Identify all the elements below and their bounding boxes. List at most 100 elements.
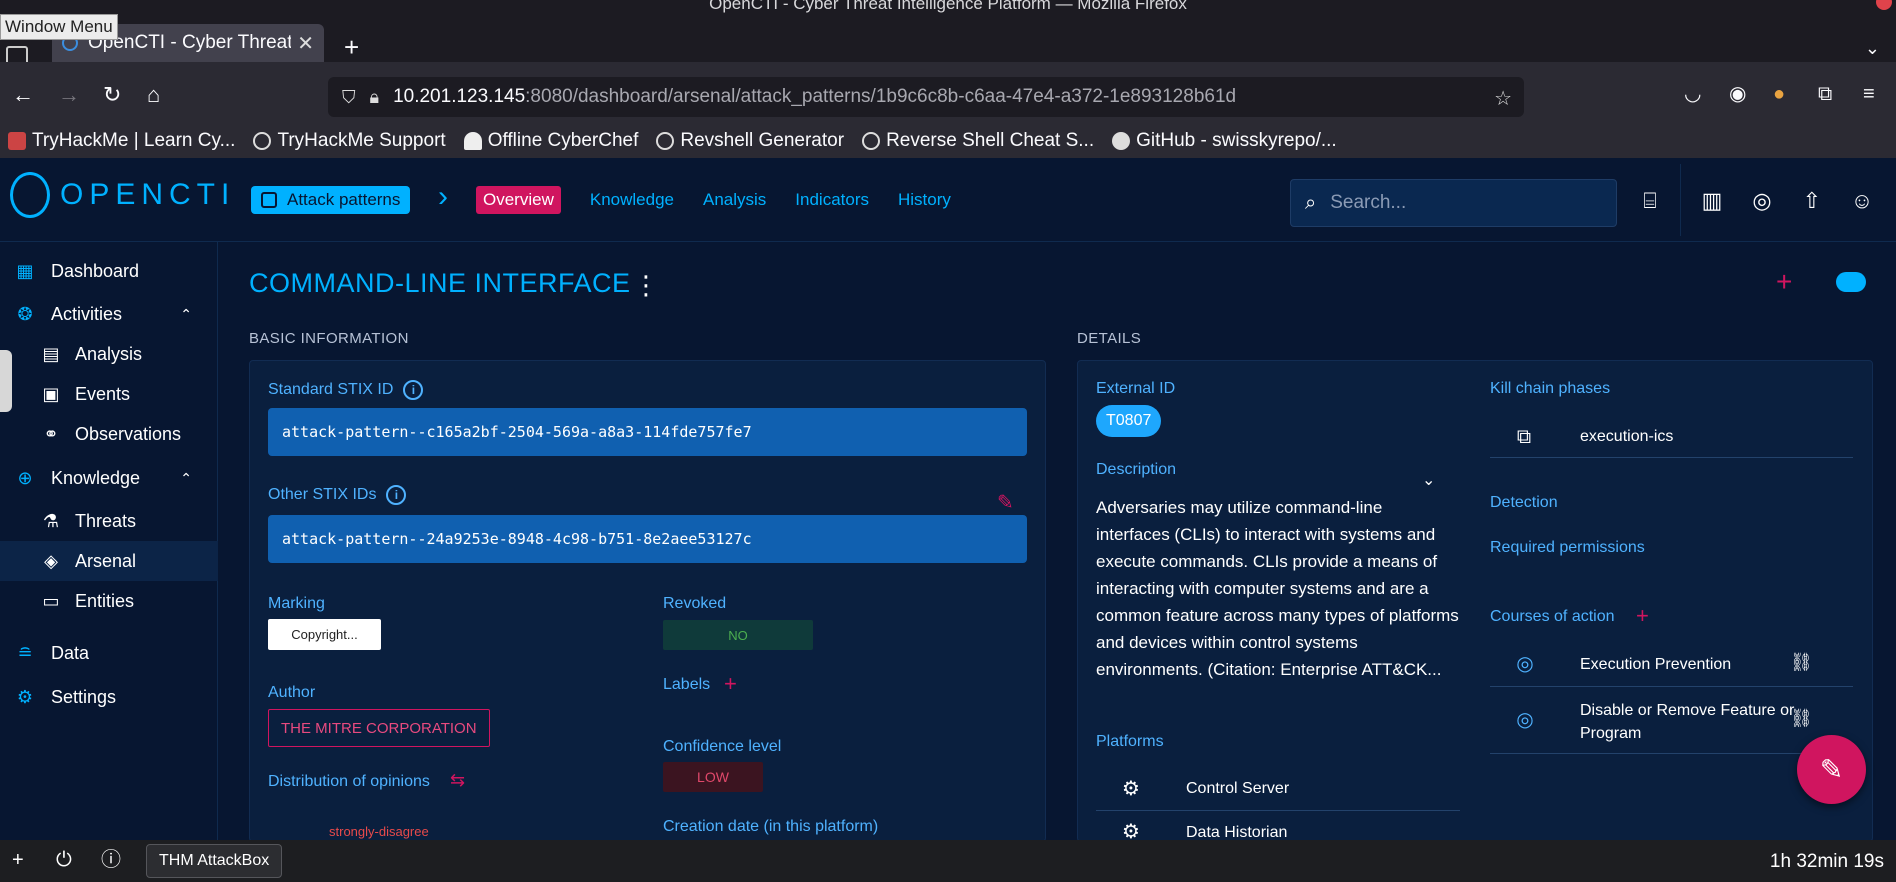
bulk-search-icon[interactable]: ⌸ <box>1637 188 1663 214</box>
confidence-label: Confidence level <box>663 738 782 755</box>
platform-item: Control Server <box>1186 780 1290 797</box>
unlink-icon[interactable]: ⛓ <box>1790 708 1813 729</box>
page-title: COMMAND-LINE INTERFACE <box>249 268 631 298</box>
extensions-icon[interactable]: ⧉ <box>1818 84 1832 104</box>
description-text: Adversaries may utilize command-line int… <box>1096 498 1459 679</box>
course-of-action-item[interactable]: Disable or Remove Feature or Program <box>1580 699 1800 745</box>
marking-chip[interactable]: Copyright... <box>268 619 381 650</box>
sidebar-item-data[interactable]: ≘ Data <box>0 633 218 673</box>
sidebar-item-dashboard[interactable]: ▦ Dashboard <box>0 251 218 291</box>
divider <box>1490 457 1853 458</box>
sidebar-item-settings[interactable]: ⚙ Settings <box>0 677 218 717</box>
other-stix-label: Other STIX IDs i <box>268 485 407 505</box>
chevron-up-icon: ⌃ <box>180 305 192 322</box>
shield-icon[interactable]: ⛉ <box>342 87 356 108</box>
investigations-compass-icon[interactable]: ◎ <box>1749 188 1775 214</box>
new-tab-button[interactable]: + <box>344 34 359 60</box>
sidebar-item-activities[interactable]: ❂ Activities ⌃ <box>0 294 218 334</box>
course-of-action-icon: ◎ <box>1516 709 1534 731</box>
forward-icon[interactable]: → <box>58 84 80 106</box>
info-icon[interactable]: i <box>386 485 407 505</box>
attackbox-button[interactable]: THM AttackBox <box>146 844 283 878</box>
dashboards-icon[interactable]: ▥ <box>1699 188 1725 214</box>
divider <box>1096 810 1460 811</box>
marking-label: Marking <box>268 595 325 612</box>
edit-fab-button[interactable]: ✎ <box>1797 735 1866 804</box>
tryhackme-icon <box>8 132 26 150</box>
upload-icon[interactable]: ⇧ <box>1799 188 1825 214</box>
add-icon[interactable]: + <box>12 850 24 870</box>
more-options-icon[interactable]: ⋮ <box>633 272 659 298</box>
browser-navbar: ← → ↻ ⌂ ⛉ 🔒︎ 10.201.123.145 :8080/dashbo… <box>0 62 1896 132</box>
permissions-label: Required permissions <box>1490 539 1645 556</box>
tab-history[interactable]: History <box>898 186 951 214</box>
drawer-handle[interactable] <box>0 350 12 412</box>
layers-icon: ◈ <box>44 550 58 571</box>
dashboard-icon: ▦ <box>16 260 34 281</box>
sidebar-item-entities[interactable]: ▭ Entities <box>0 581 218 621</box>
external-link-icon[interactable]: ⧉ <box>1512 425 1536 449</box>
sidebar-item-analysis[interactable]: ▤ Analysis <box>0 334 218 374</box>
home-icon[interactable]: ⌂ <box>147 84 160 106</box>
external-id-chip[interactable]: T0807 <box>1096 405 1162 437</box>
pocket-icon[interactable]: ◡ <box>1684 84 1701 104</box>
edit-brush-icon[interactable]: ✎ <box>997 490 1014 515</box>
url-bar[interactable]: ⛉ 🔒︎ 10.201.123.145 :8080/dashboard/arse… <box>328 77 1524 117</box>
tab-analysis[interactable]: Analysis <box>703 186 766 214</box>
std-stix-id-value: attack-pattern--c165a2bf-2504-569a-a8a3-… <box>268 408 1027 456</box>
search-input[interactable]: ⌕ Search... <box>1290 179 1617 227</box>
reload-icon[interactable]: ↻ <box>103 84 121 106</box>
left-sidebar: ▦ Dashboard ❂ Activities ⌃ ▤ Analysis ▣ Event… <box>0 242 218 840</box>
bookmark-item[interactable]: GitHub - swisskyrepo/... <box>1112 130 1337 152</box>
add-label-icon[interactable]: + <box>724 673 737 695</box>
unlink-icon[interactable]: ⛓ <box>1790 652 1813 673</box>
github-icon <box>1112 132 1131 150</box>
info-icon[interactable]: i <box>403 380 424 400</box>
cloud-sync-icon[interactable] <box>1836 272 1866 292</box>
external-id-label: External ID <box>1096 380 1176 397</box>
std-stix-label: Standard STIX ID i <box>268 380 424 400</box>
add-icon[interactable]: + <box>1776 268 1792 296</box>
bookmark-item[interactable]: Reverse Shell Cheat S... <box>862 130 1094 152</box>
tab-title: OpenCTI - Cyber Threat Ir <box>88 32 292 53</box>
power-icon[interactable]: ⏻ <box>56 850 72 870</box>
sidebar-item-arsenal[interactable]: ◈ Arsenal <box>0 541 218 581</box>
sidebar-item-knowledge[interactable]: ⊕ Knowledge ⌃ <box>0 458 218 498</box>
document-icon: ▤ <box>42 343 60 364</box>
opinions-toggle-icon[interactable]: ⇆ <box>450 770 465 791</box>
breadcrumb-attack-patterns[interactable]: Attack patterns <box>251 186 411 214</box>
bookmark-star-icon[interactable]: ☆ <box>1494 86 1512 111</box>
author-chip[interactable]: THE MITRE CORPORATION <box>268 709 490 747</box>
user-account-icon[interactable]: ☺ <box>1849 188 1875 214</box>
info-icon[interactable]: ⓘ <box>101 850 121 870</box>
sidebar-item-threats[interactable]: ⚗ Threats <box>0 501 218 541</box>
tab-knowledge[interactable]: Knowledge <box>590 186 674 214</box>
tab-overview[interactable]: Overview <box>476 186 561 214</box>
app-menu-icon[interactable]: ≡ <box>1863 84 1875 104</box>
account-icon[interactable]: ◉ <box>1729 84 1746 104</box>
tab-strip: OpenCTI - Cyber Threat Ir ✕ + ⌄ <box>0 14 1896 66</box>
sidebar-item-observations[interactable]: ⚭ Observations <box>0 414 218 454</box>
kill-chain-item[interactable]: execution-ics <box>1580 428 1673 446</box>
tab-close-icon[interactable]: ✕ <box>297 31 314 56</box>
sidebar-item-events[interactable]: ▣ Events <box>0 374 218 414</box>
opencti-logo-icon <box>10 172 50 218</box>
course-of-action-item[interactable]: Execution Prevention <box>1580 656 1731 674</box>
bookmark-item[interactable]: Revshell Generator <box>656 130 844 152</box>
divider <box>1490 686 1853 687</box>
description-label: Description <box>1096 461 1177 478</box>
tab-indicators[interactable]: Indicators <box>795 186 869 214</box>
extension-cookie-icon[interactable]: ● <box>1773 84 1785 104</box>
list-tabs-icon[interactable]: ⌄ <box>1865 38 1880 59</box>
bookmark-item[interactable]: Offline CyberChef <box>463 130 638 152</box>
opencti-logo[interactable]: OPENCTI <box>10 172 235 218</box>
add-course-of-action-icon[interactable]: + <box>1636 605 1649 627</box>
bookmark-item[interactable]: TryHackMe | Learn Cy... <box>8 130 235 152</box>
insecure-lock-icon[interactable]: 🔒︎ <box>370 87 380 108</box>
breadcrumb-chevron-icon: › <box>438 180 448 213</box>
expand-chevron-icon[interactable]: ⌄ <box>1422 470 1435 490</box>
cloud-icon <box>253 132 272 150</box>
back-icon[interactable]: ← <box>12 84 34 106</box>
globe-icon <box>862 132 881 150</box>
bookmark-item[interactable]: TryHackMe Support <box>253 130 446 152</box>
